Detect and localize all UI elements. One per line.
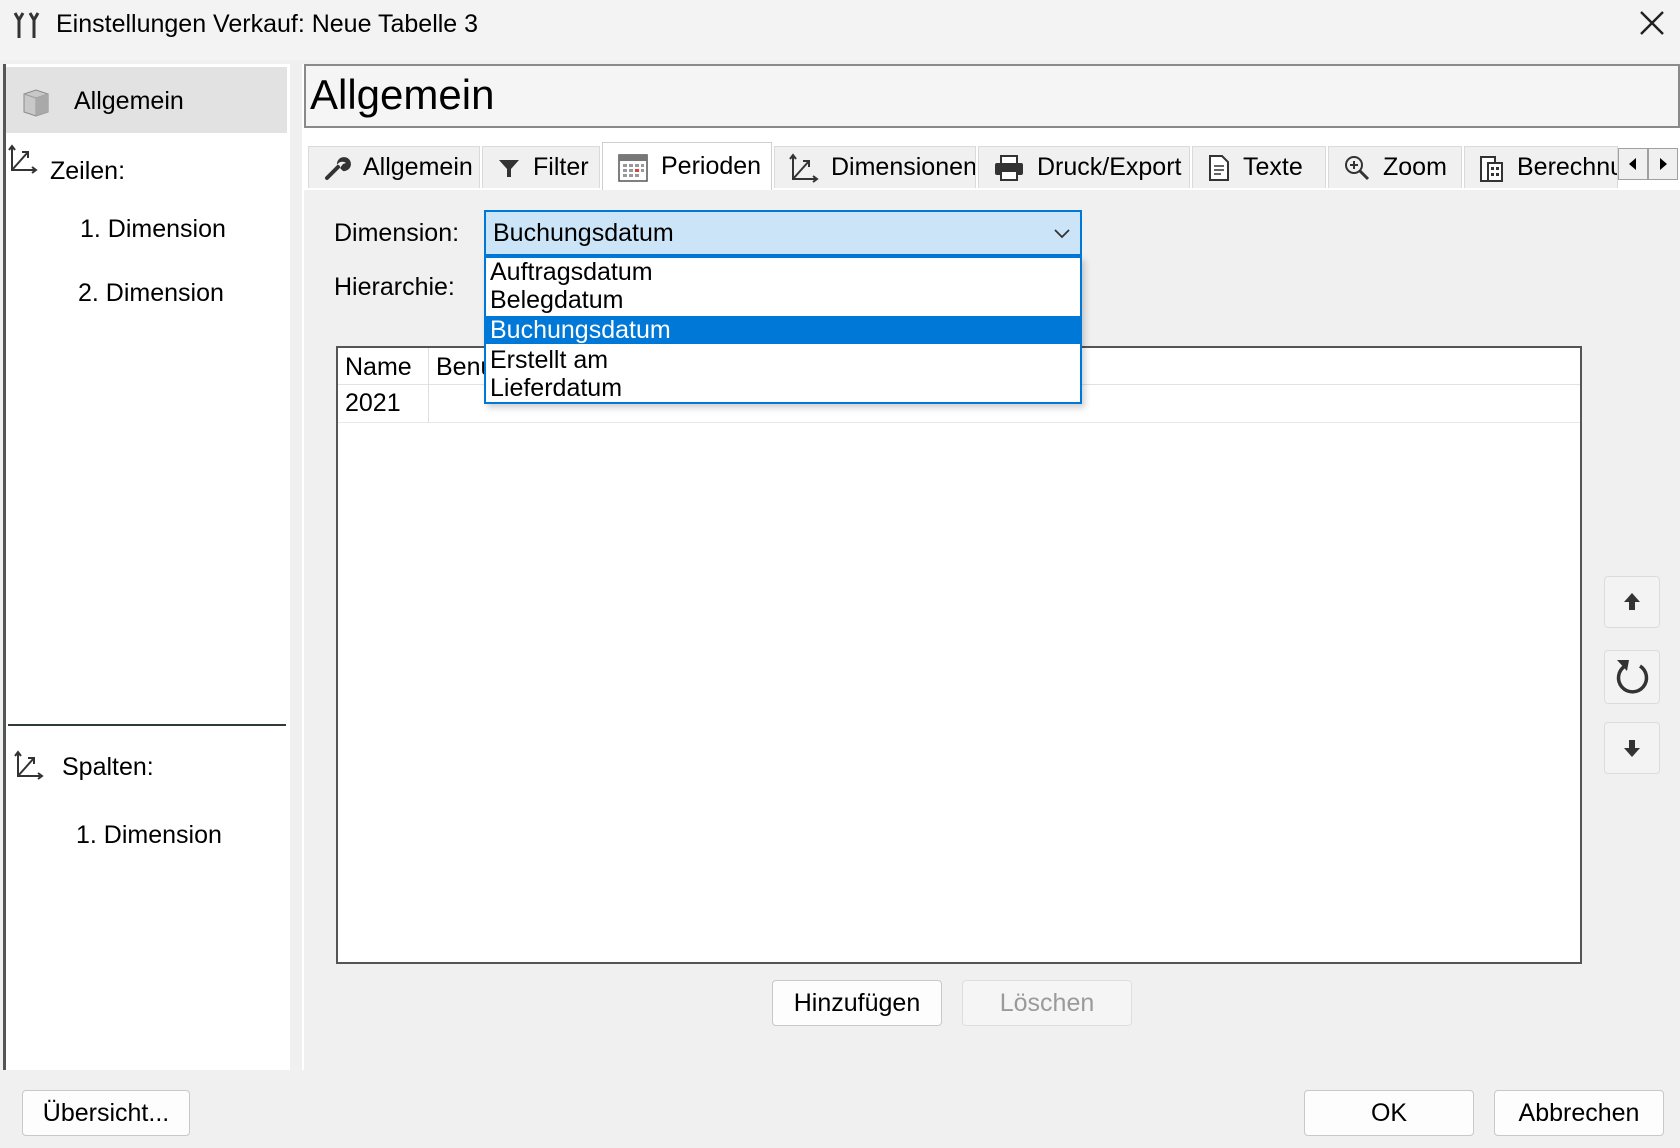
page-header <box>304 64 1680 128</box>
hierarchy-label: Hierarchie: <box>334 273 455 301</box>
chevron-down-icon[interactable] <box>1050 224 1074 244</box>
rotate-icon <box>1616 660 1649 694</box>
cube-icon <box>23 89 49 117</box>
axes-icon <box>789 152 819 183</box>
tab-label: Druck/Export <box>1037 153 1182 181</box>
dropdown-option-auftragsdatum[interactable]: Auftragsdatum <box>486 258 1080 286</box>
dimension-label: Dimension: <box>334 219 460 247</box>
close-icon[interactable] <box>1632 6 1672 42</box>
zoom-icon <box>1345 155 1370 180</box>
tab-berechnung[interactable]: Berechnu <box>1464 146 1618 188</box>
ok-button[interactable]: OK <box>1304 1090 1474 1136</box>
window-title: Einstellungen Verkauf: Neue Tabelle 3 <box>56 10 479 38</box>
tab-perioden[interactable]: Perioden <box>602 142 772 190</box>
calculator-icon <box>1480 155 1503 182</box>
page-title: Allgemein <box>310 71 495 118</box>
move-down-button[interactable] <box>1604 722 1660 774</box>
nav-item-row-dimension-1[interactable]: 1. Dimension <box>80 212 226 246</box>
periods-grid[interactable] <box>336 346 1582 964</box>
axes-icon <box>14 750 44 780</box>
tab-scroll-right-button[interactable] <box>1648 148 1678 180</box>
calendar-icon <box>618 153 648 182</box>
tab-label: Dimensionen <box>831 153 976 181</box>
tab-label: Perioden <box>661 152 762 180</box>
tab-label: Texte <box>1243 153 1303 181</box>
dimension-combobox-value: Buchungsdatum <box>493 219 674 247</box>
nav-item-row-dimension-2[interactable]: 2. Dimension <box>78 276 224 310</box>
overview-button[interactable]: Übersicht... <box>22 1090 190 1136</box>
tab-scroll-left-button[interactable] <box>1618 148 1648 180</box>
dropdown-option-belegdatum[interactable]: Belegdatum <box>486 286 1080 314</box>
tab-label: Zoom <box>1383 153 1447 181</box>
add-button[interactable]: Hinzufügen <box>772 980 942 1026</box>
nav-divider <box>8 724 286 726</box>
arrow-up-icon <box>1624 593 1640 610</box>
move-up-button[interactable] <box>1604 576 1660 628</box>
chevron-left-icon <box>1629 158 1636 170</box>
dropdown-option-erstellt-am[interactable]: Erstellt am <box>486 346 1080 374</box>
filter-icon <box>499 159 519 177</box>
reset-button[interactable] <box>1604 650 1660 704</box>
column-header-benutzer[interactable]: Benu <box>436 350 490 384</box>
delete-button[interactable]: Löschen <box>962 980 1132 1026</box>
dropdown-option-buchungsdatum[interactable]: Buchungsdatum <box>486 316 1080 344</box>
tab-label: Filter <box>533 153 589 181</box>
printer-icon <box>995 154 1023 181</box>
dropdown-option-lieferdatum[interactable]: Lieferdatum <box>486 374 1080 402</box>
tab-filter[interactable]: Filter <box>482 146 600 188</box>
chevron-right-icon <box>1660 158 1667 170</box>
nav-item-column-dimension-1[interactable]: 1. Dimension <box>76 818 222 852</box>
tab-allgemein[interactable]: Allgemein <box>308 146 480 188</box>
settings-tools-icon <box>13 12 40 38</box>
nav-group-columns: Spalten: <box>62 753 154 781</box>
arrow-down-icon <box>1624 740 1640 757</box>
tab-label: Allgemein <box>363 153 473 181</box>
document-icon <box>1209 154 1229 181</box>
cancel-button[interactable]: Abbrechen <box>1494 1090 1664 1136</box>
tab-dimensionen[interactable]: Dimensionen <box>774 146 976 188</box>
grid-column-separator[interactable] <box>428 348 429 422</box>
tab-druck-export[interactable]: Druck/Export <box>978 146 1190 188</box>
nav-item-allgemein-label: Allgemein <box>74 87 184 115</box>
column-header-name[interactable]: Name <box>345 350 412 384</box>
axes-icon <box>8 144 38 174</box>
tab-label: Berechnu <box>1517 153 1618 181</box>
nav-group-rows: Zeilen: <box>50 157 126 185</box>
tab-texte[interactable]: Texte <box>1192 146 1326 188</box>
grid-cell-name[interactable]: 2021 <box>345 386 401 420</box>
wrench-icon <box>325 156 351 180</box>
tab-zoom[interactable]: Zoom <box>1328 146 1462 188</box>
